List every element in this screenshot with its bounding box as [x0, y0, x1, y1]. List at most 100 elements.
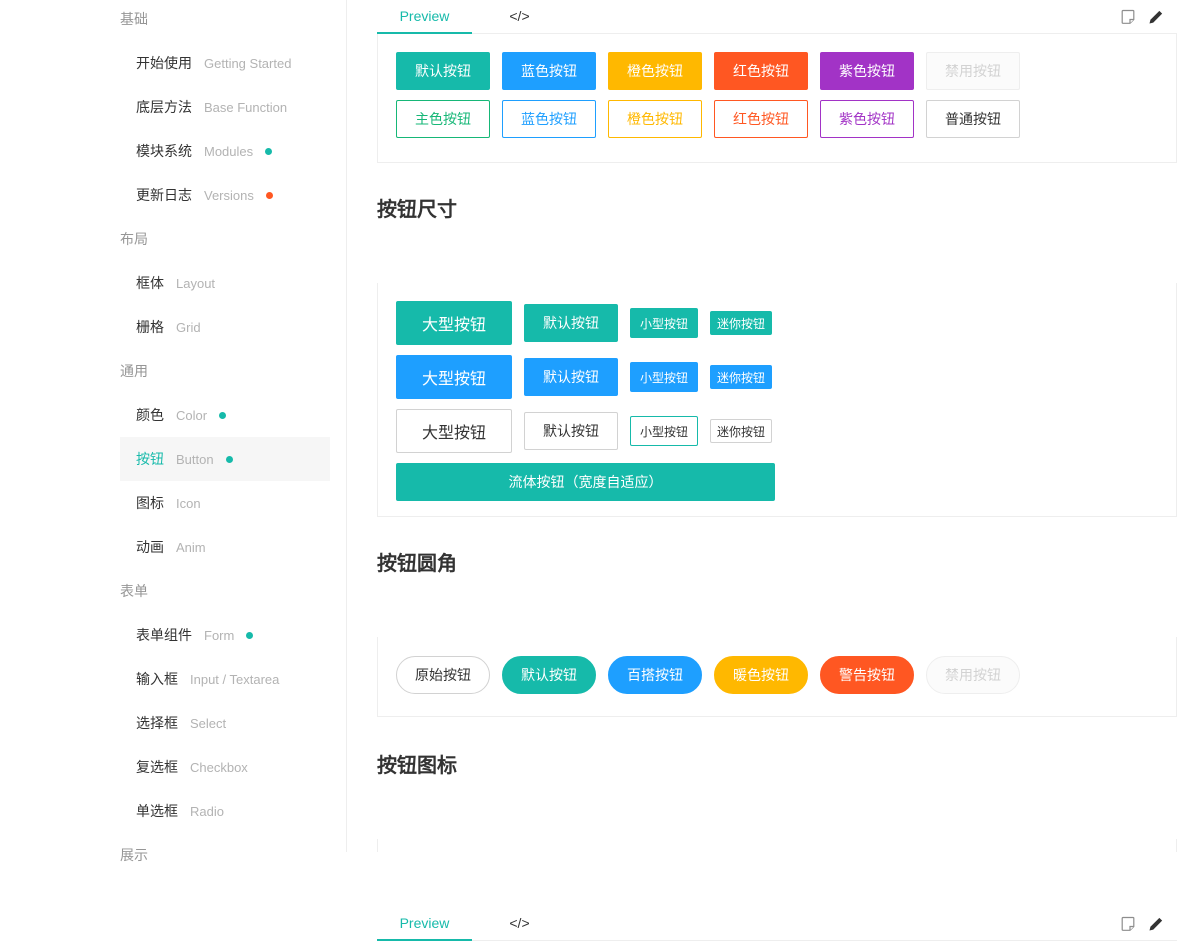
copy-icon[interactable] — [1120, 9, 1135, 25]
sidebar-item-sublabel: Anim — [176, 539, 206, 555]
sidebar-section-title: 通用 — [120, 363, 148, 379]
teal-dot-badge — [246, 631, 254, 639]
sidebar-item-sublabel: Color — [176, 407, 208, 423]
button-row: 主色按钮 蓝色按钮 橙色按钮 红色按钮 紫色按钮 普通按钮 — [396, 100, 1158, 138]
section-heading: 按钮尺寸 — [377, 199, 457, 221]
sidebar-item-sublabel: Radio — [190, 803, 224, 819]
tab-preview[interactable]: Preview — [377, 907, 472, 941]
demo-button-fill-blue-lg[interactable]: 大型按钮 — [396, 355, 513, 399]
sidebar-item-label: 单选框 — [136, 803, 178, 819]
button-row: 默认按钮 蓝色按钮 橙色按钮 红色按钮 紫色按钮 禁用按钮 — [396, 52, 1158, 90]
button-row: 大型按钮 默认按钮 小型按钮 迷你按钮 — [396, 409, 1158, 453]
teal-dot-badge — [219, 411, 227, 419]
preview-panel — [377, 839, 1177, 852]
tab-preview[interactable]: Preview — [377, 0, 472, 34]
tab-code[interactable]: </> — [472, 907, 567, 940]
sidebar-item-sublabel: Button — [176, 451, 214, 467]
button-row: 大型按钮 默认按钮 小型按钮 迷你按钮 — [396, 355, 1158, 399]
sidebar-item-color[interactable]: 颜色 Color — [120, 393, 330, 437]
demo-button-outline-green[interactable]: 主色按钮 — [396, 100, 490, 138]
demo-button-fill-teal-lg[interactable]: 大型按钮 — [396, 301, 513, 345]
copy-icon[interactable] — [1120, 916, 1135, 932]
sidebar-item-label: 表单组件 — [136, 627, 192, 643]
sidebar-item-versions[interactable]: 更新日志 Versions — [120, 173, 330, 217]
demo-button-primary[interactable]: 普通按钮 — [926, 100, 1020, 138]
demo-button-fill-orange-pill[interactable]: 暖色按钮 — [714, 656, 808, 694]
sidebar-item-label: 模块系统 — [136, 143, 192, 159]
red-dot-badge — [265, 191, 273, 199]
sidebar-item-label: 选择框 — [136, 715, 178, 731]
demo-button-fill-blue-sm[interactable]: 小型按钮 — [630, 362, 699, 392]
demo-button-primary[interactable]: 默认按钮 — [524, 412, 619, 450]
sidebar-item-anim[interactable]: 动画 Anim — [120, 525, 330, 569]
button-row: 流体按钮（宽度自适应） — [396, 463, 1158, 501]
sidebar-item-label: 图标 — [136, 495, 164, 511]
sidebar-item-label: 更新日志 — [136, 187, 192, 203]
section-heading: 按钮图标 — [377, 755, 457, 777]
tab-code[interactable]: </> — [472, 0, 567, 33]
demo-button-fill-blue[interactable]: 默认按钮 — [524, 358, 619, 396]
sidebar-section-title: 展示 — [120, 847, 148, 863]
tabbar-actions — [1120, 907, 1163, 941]
sidebar-item-layout[interactable]: 框体 Layout — [120, 261, 330, 305]
teal-dot-badge — [265, 147, 273, 155]
sidebar-item-icon[interactable]: 图标 Icon — [120, 481, 330, 525]
sidebar-item-button[interactable]: 按钮 Button — [120, 437, 330, 481]
sidebar-item-label: 颜色 — [136, 407, 164, 423]
sidebar-item-checkbox[interactable]: 复选框 Checkbox — [120, 745, 330, 789]
preview-panel: 大型按钮 默认按钮 小型按钮 迷你按钮 大型按钮 默认按钮 小型按钮 迷你按钮 大型按钮 默认按钮… — [377, 283, 1177, 517]
sidebar-item-select[interactable]: 选择框 Select — [120, 701, 330, 745]
sidebar-item-label: 开始使用 — [136, 55, 192, 71]
sidebar-section-title: 基础 — [120, 11, 148, 27]
sidebar-item-radio[interactable]: 单选框 Radio — [120, 789, 330, 833]
sidebar-item-sublabel: Form — [204, 627, 235, 643]
sidebar-item-sublabel: Versions — [204, 187, 254, 203]
button-row: 大型按钮 默认按钮 小型按钮 迷你按钮 — [396, 301, 1158, 345]
edit-icon[interactable] — [1148, 9, 1163, 25]
edit-icon[interactable] — [1148, 916, 1163, 932]
demo-button-fill-blue-xs[interactable]: 迷你按钮 — [710, 365, 773, 389]
demo-button-disabled-pill: 禁用按钮 — [926, 656, 1020, 694]
preview-tabbar: Preview</> — [377, 0, 1177, 34]
teal-dot-badge — [225, 455, 233, 463]
sidebar-item-sublabel: Input / Textarea — [190, 671, 280, 687]
demo-button-fill-teal[interactable]: 默认按钮 — [396, 52, 490, 90]
sidebar-item-sublabel: Checkbox — [190, 759, 248, 775]
sidebar-item-base-function[interactable]: 底层方法 Base Function — [120, 85, 330, 129]
demo-button-outline-orange[interactable]: 橙色按钮 — [608, 100, 702, 138]
demo-button-primary-pill[interactable]: 原始按钮 — [396, 656, 490, 694]
demo-button-outline-red[interactable]: 红色按钮 — [714, 100, 808, 138]
sidebar-item-modules[interactable]: 模块系统 Modules — [120, 129, 330, 173]
sidebar-item-getting-started[interactable]: 开始使用 Getting Started — [120, 41, 330, 85]
sidebar-item-sublabel: Modules — [204, 143, 254, 159]
demo-button-fill-red[interactable]: 红色按钮 — [714, 52, 808, 90]
demo-button-fill-teal[interactable]: 默认按钮 — [524, 304, 619, 342]
demo-button-fill-teal-xs[interactable]: 迷你按钮 — [710, 311, 773, 335]
demo-button-primary-teal-sm[interactable]: 小型按钮 — [630, 416, 699, 446]
demo-button-disabled: 禁用按钮 — [926, 52, 1020, 90]
sidebar-item-form[interactable]: 表单组件 Form — [120, 613, 330, 657]
button-row: 原始按钮 默认按钮 百搭按钮 暖色按钮 警告按钮 禁用按钮 — [396, 656, 1158, 694]
demo-button-primary-xs[interactable]: 迷你按钮 — [710, 419, 773, 443]
sidebar-item-grid[interactable]: 栅格 Grid — [120, 305, 330, 349]
sidebar-section-title: 布局 — [120, 231, 148, 247]
demo-button-fill-blue-pill[interactable]: 百搭按钮 — [608, 656, 702, 694]
demo-button-fill-teal-fluid[interactable]: 流体按钮（宽度自适应） — [396, 463, 775, 501]
demo-button-fill-teal-sm[interactable]: 小型按钮 — [630, 308, 699, 338]
demo-button-fill-orange[interactable]: 橙色按钮 — [608, 52, 702, 90]
demo-button-fill-red-pill[interactable]: 警告按钮 — [820, 656, 914, 694]
sidebar-item-input-textarea[interactable]: 输入框 Input / Textarea — [120, 657, 330, 701]
sidebar-item-sublabel: Grid — [176, 319, 201, 335]
demo-button-fill-purple[interactable]: 紫色按钮 — [820, 52, 914, 90]
demo-button-fill-teal-pill[interactable]: 默认按钮 — [502, 656, 596, 694]
demo-button-outline-purple[interactable]: 紫色按钮 — [820, 100, 914, 138]
tabbar-actions — [1120, 0, 1163, 34]
demo-button-outline-blue[interactable]: 蓝色按钮 — [502, 100, 596, 138]
sidebar-item-sublabel: Getting Started — [204, 55, 292, 71]
section-heading: 按钮圆角 — [377, 553, 457, 575]
demo-button-primary-lg[interactable]: 大型按钮 — [396, 409, 513, 453]
sidebar-item-sublabel: Select — [190, 715, 227, 731]
demo-button-fill-blue[interactable]: 蓝色按钮 — [502, 52, 596, 90]
preview-tabbar: Preview</> — [377, 907, 1177, 941]
sidebar-item-sublabel: Base Function — [204, 99, 288, 115]
